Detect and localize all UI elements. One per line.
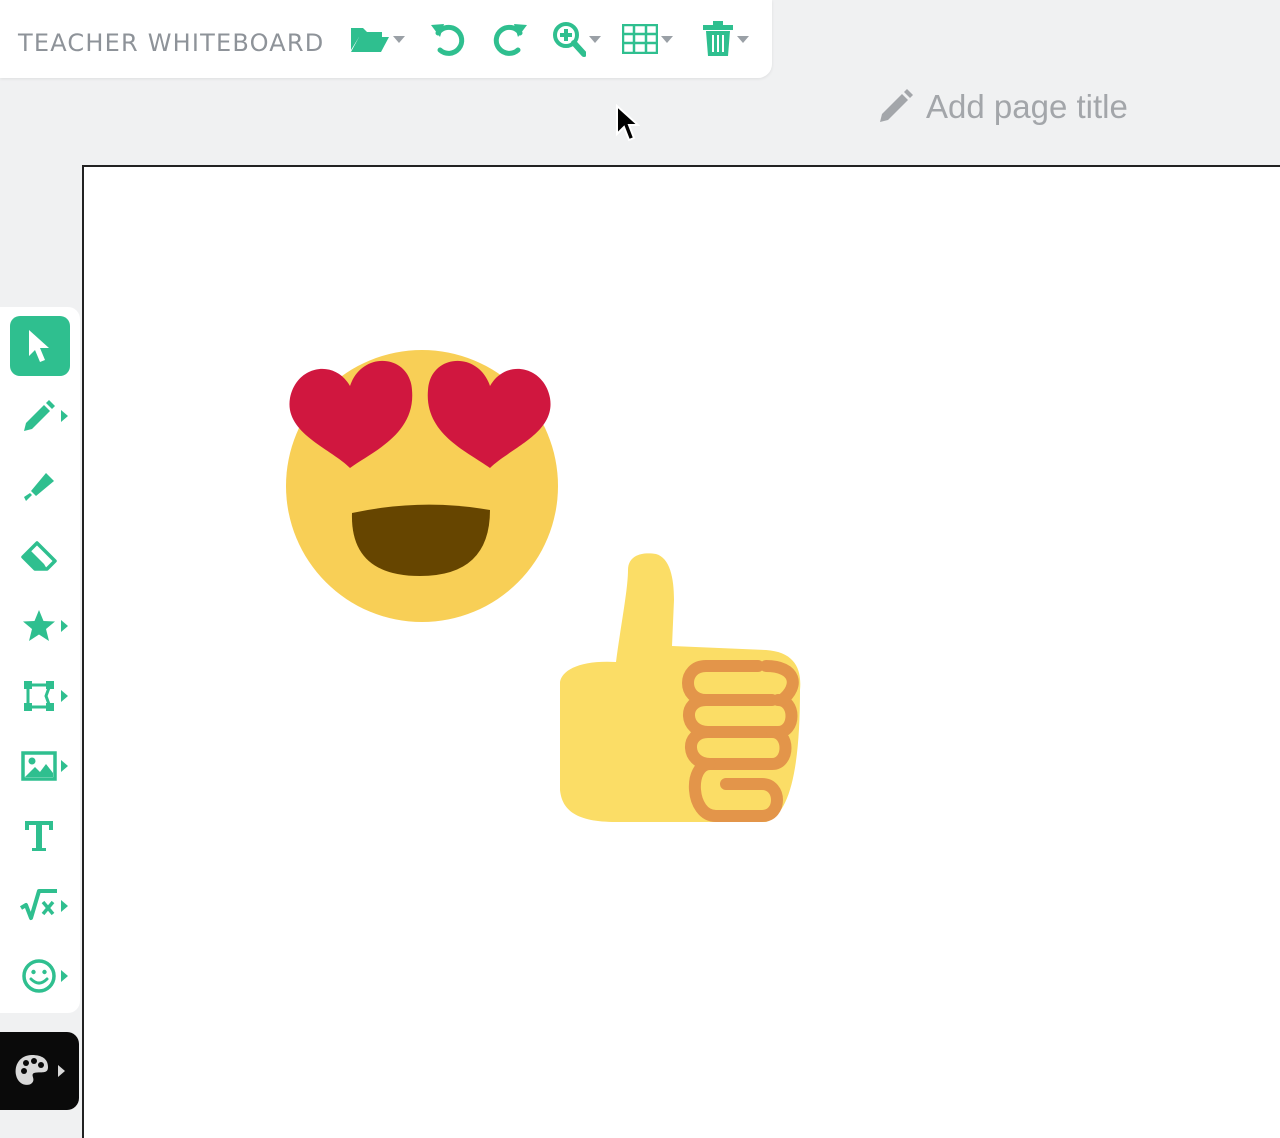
top-toolbar: TEACHER WHITEBOARD [0, 0, 772, 78]
chevron-right-icon [61, 620, 68, 632]
heart-eyes-emoji[interactable] [282, 348, 558, 624]
folder-open-icon [351, 28, 389, 52]
tool-sidebar [0, 307, 80, 1013]
select-tool[interactable] [10, 316, 70, 376]
grid-button[interactable] [622, 16, 674, 62]
square-root-icon [19, 889, 57, 920]
pencil-icon [880, 89, 913, 122]
highlighter-tool[interactable] [10, 456, 72, 516]
chevron-right-icon [61, 970, 68, 982]
pointer-icon [29, 330, 49, 362]
chevron-right-icon [61, 760, 68, 772]
redo-button[interactable] [490, 16, 530, 62]
text-tool[interactable] [10, 806, 72, 866]
mouse-cursor-icon [616, 104, 640, 142]
redo-icon [493, 24, 527, 56]
page-title-placeholder: Add page title [926, 88, 1128, 125]
chevron-right-icon [57, 1065, 65, 1077]
chevron-down-icon [661, 36, 673, 43]
grid-icon [622, 24, 658, 54]
stamp-tool[interactable] [10, 596, 72, 656]
emoji-tool[interactable] [10, 946, 72, 1006]
highlighter-icon [24, 473, 54, 501]
smiley-icon [22, 959, 56, 993]
undo-button[interactable] [428, 16, 468, 62]
zoom-button[interactable] [552, 16, 602, 62]
app-title: TEACHER WHITEBOARD [18, 29, 325, 57]
eraser-icon [21, 541, 57, 571]
palette-icon [15, 1055, 48, 1085]
shapes-tool[interactable] [10, 666, 72, 726]
text-icon [25, 821, 53, 851]
chevron-down-icon [589, 36, 601, 43]
image-icon [21, 751, 57, 781]
chevron-down-icon [737, 36, 749, 43]
thumbs-up-emoji[interactable] [556, 550, 806, 830]
chevron-right-icon [61, 900, 68, 912]
shape-icon [24, 681, 54, 711]
eraser-tool[interactable] [10, 526, 72, 586]
pen-tool[interactable] [10, 386, 72, 446]
image-tool[interactable] [10, 736, 72, 796]
pencil-icon [24, 400, 55, 431]
color-palette-button[interactable] [0, 1032, 79, 1110]
open-file-button[interactable] [350, 16, 406, 62]
undo-icon [431, 24, 465, 56]
math-tool[interactable] [10, 876, 72, 936]
chevron-right-icon [61, 690, 68, 702]
page-title-field[interactable]: Add page title [876, 84, 1128, 130]
chevron-right-icon [61, 410, 68, 422]
chevron-down-icon [393, 36, 405, 43]
star-icon [23, 610, 55, 641]
zoom-in-icon [553, 22, 586, 57]
delete-button[interactable] [702, 16, 750, 62]
trash-icon [703, 21, 733, 56]
